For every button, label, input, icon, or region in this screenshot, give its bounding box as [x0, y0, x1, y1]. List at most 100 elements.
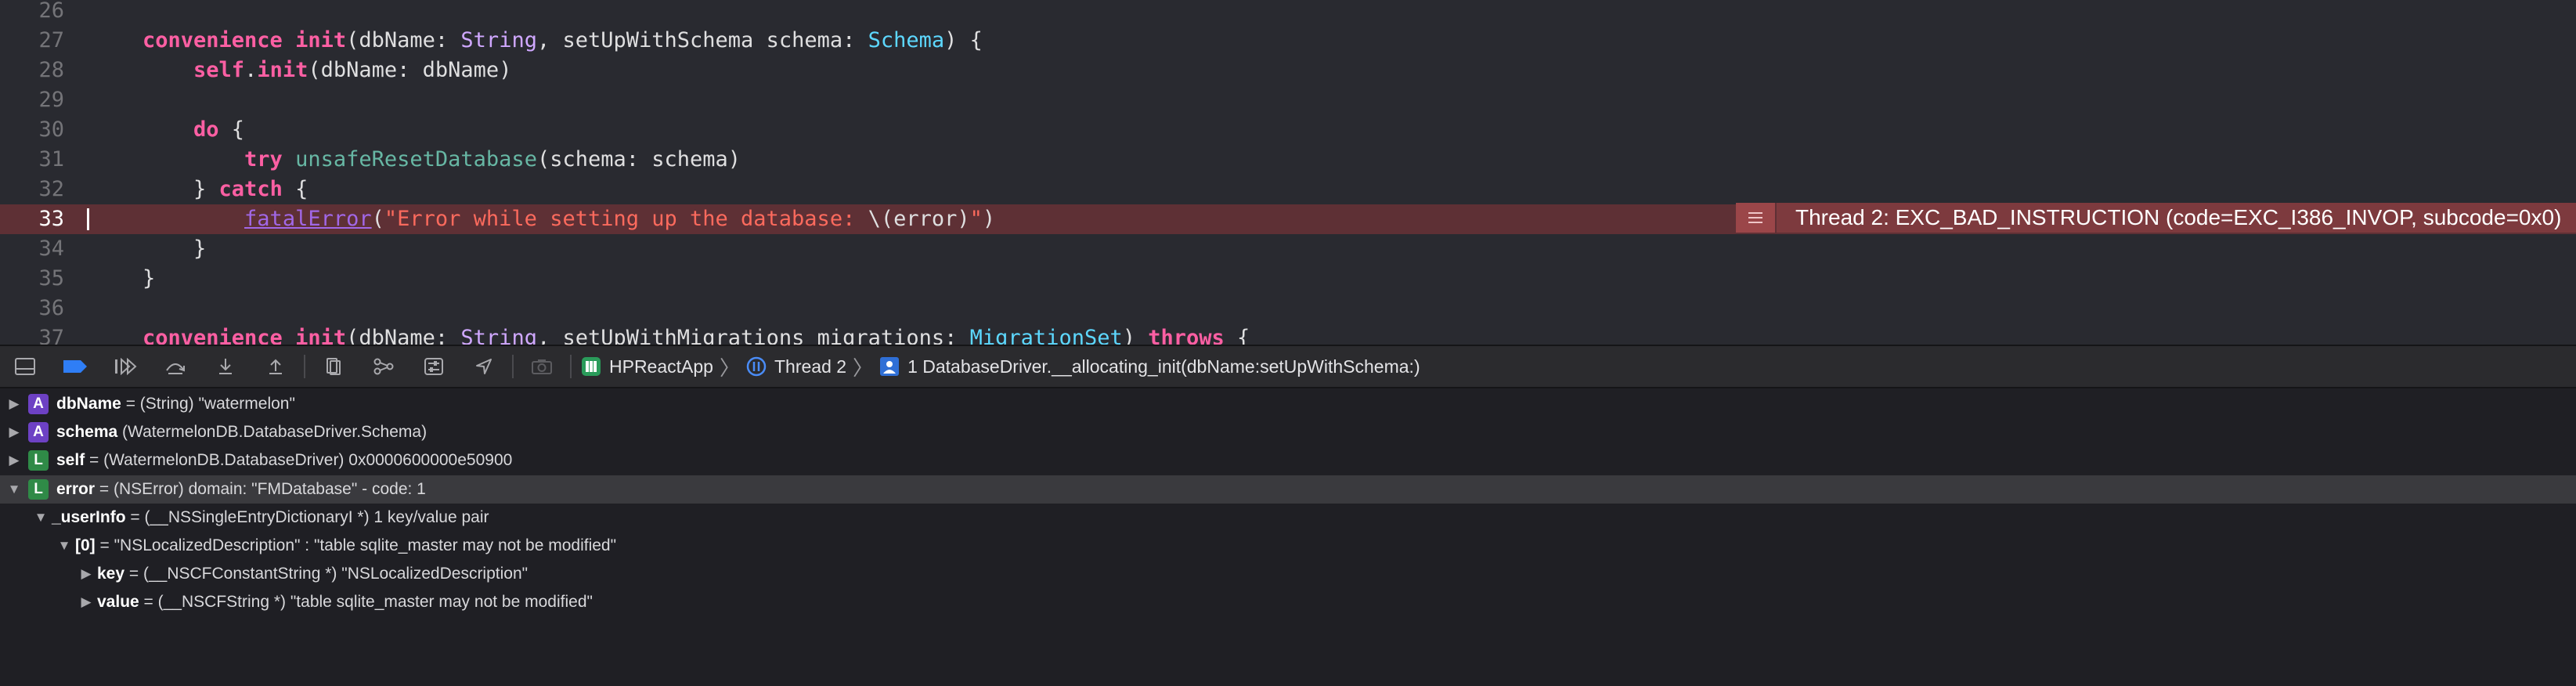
variable-name: self — [56, 451, 85, 469]
variable-name: value — [97, 593, 139, 611]
chevron-right-icon: 〉 — [853, 356, 874, 380]
breakpoints-toggle-icon[interactable] — [50, 346, 100, 387]
code-line[interactable]: 26 — [0, 0, 2576, 26]
code-token: do — [193, 117, 219, 142]
disclosure-collapsed-icon[interactable]: ▶ — [6, 396, 22, 412]
view-hierarchy-icon[interactable] — [308, 346, 359, 387]
line-number: 37 — [38, 326, 64, 345]
code-token: convenience — [143, 28, 283, 52]
code-token: fatalError — [244, 207, 372, 231]
variable-value: (WatermelonDB.DatabaseDriver.Schema) — [117, 423, 428, 441]
code-line[interactable]: 29 — [0, 85, 2576, 115]
code-token: (dbName: dbName) — [308, 58, 512, 82]
variable-value: = (NSError) domain: "FMDatabase" - code:… — [95, 480, 426, 498]
code-token: (schema: schema) — [536, 147, 741, 172]
line-number: 32 — [38, 177, 64, 201]
line-number: 29 — [38, 88, 64, 112]
variable-value: = (String) "watermelon" — [121, 395, 295, 413]
code-line[interactable]: 27 convenience init(dbName: String, setUp… — [0, 26, 2576, 56]
code-token: (dbName: — [346, 326, 461, 345]
line-number: 36 — [38, 296, 64, 320]
disclosure-collapsed-icon[interactable]: ▶ — [78, 594, 94, 610]
code-token: ( — [371, 207, 384, 231]
step-into-icon[interactable] — [200, 346, 251, 387]
code-line[interactable]: 28 self.init(dbName: dbName) — [0, 56, 2576, 85]
disclosure-expanded-icon[interactable]: ▼ — [56, 538, 72, 554]
environment-overrides-icon[interactable] — [409, 346, 459, 387]
source-editor[interactable]: 26 27 convenience init(dbName: String, set… — [0, 0, 2576, 345]
variables-view[interactable]: ▶ AdbName = (String) "watermelon" ▶ Aschema… — [0, 388, 2576, 686]
error-annotation[interactable]: Thread 2: EXC_BAD_INSTRUCTION (code=EXC_… — [1736, 203, 2576, 233]
disclosure-collapsed-icon[interactable]: ▶ — [6, 453, 22, 468]
variable-name: dbName — [56, 395, 121, 413]
breadcrumb-frame[interactable]: 1 DatabaseDriver.__allocating_init(dbNam… — [907, 356, 1420, 377]
code-token: } — [143, 177, 219, 201]
breadcrumb-app[interactable]: HPReactApp — [609, 356, 713, 377]
variable-row-schema[interactable]: ▶ Aschema (WatermelonDB.DatabaseDriver.Sc… — [0, 418, 2576, 446]
code-line[interactable]: 37 convenience init(dbName: String, setUp… — [0, 323, 2576, 345]
code-token: convenience — [143, 326, 283, 345]
code-text: fatalError("Error while setting up the d… — [143, 204, 995, 234]
code-token: throws — [1148, 326, 1225, 345]
code-line[interactable]: 32 } catch { — [0, 175, 2576, 204]
code-token: "Error while setting up the database: — [384, 207, 868, 231]
code-token: catch — [218, 177, 283, 201]
disclosure-collapsed-icon[interactable]: ▶ — [6, 424, 22, 440]
variable-value: = (__NSCFConstantString *) "NSLocalizedD… — [124, 565, 529, 583]
thread-icon — [746, 356, 767, 377]
text-cursor — [87, 208, 89, 230]
simulate-location-icon[interactable] — [459, 346, 509, 387]
variable-row-self[interactable]: ▶ Lself = (WatermelonDB.DatabaseDriver) 0… — [0, 446, 2576, 475]
code-line[interactable]: 34 } — [0, 234, 2576, 264]
memory-graph-icon[interactable] — [359, 346, 409, 387]
step-over-icon[interactable] — [150, 346, 200, 387]
code-token: init — [295, 326, 347, 345]
line-number: 26 — [38, 0, 64, 23]
step-out-icon[interactable] — [251, 346, 301, 387]
variable-row-0[interactable]: ▼ [0] = "NSLocalizedDescription" : "table… — [0, 532, 2576, 560]
variable-row-key[interactable]: ▶ key = (__NSCFConstantString *) "NSLocal… — [0, 560, 2576, 588]
line-number: 34 — [38, 236, 64, 261]
camera-icon[interactable] — [517, 346, 567, 387]
code-token: ) — [1122, 326, 1149, 345]
local-badge-icon: L — [28, 450, 49, 471]
variable-row-dbname[interactable]: ▶ AdbName = (String) "watermelon" — [0, 390, 2576, 418]
code-text: convenience init(dbName: String, setUpWi… — [143, 323, 1250, 345]
disclosure-expanded-icon[interactable]: ▼ — [6, 482, 22, 497]
chevron-right-icon: 〉 — [719, 356, 740, 380]
code-line[interactable]: 31 try unsafeResetDatabase(schema: schem… — [0, 145, 2576, 175]
code-token: (dbName: — [346, 28, 461, 52]
variable-row-error[interactable]: ▼ Lerror = (NSError) domain: "FMDatabase"… — [0, 475, 2576, 504]
error-list-icon[interactable] — [1736, 203, 1777, 233]
breadcrumb-thread[interactable]: Thread 2 — [774, 356, 846, 377]
code-line[interactable]: 35} — [0, 264, 2576, 294]
code-token: Schema — [868, 28, 945, 52]
line-number: 30 — [38, 117, 64, 142]
code-token: . — [244, 58, 258, 82]
code-token: self — [193, 58, 245, 82]
code-token: { — [1224, 326, 1250, 345]
code-token: , setUpWithMigrations migrations: — [536, 326, 970, 345]
code-line[interactable]: 30 do { — [0, 115, 2576, 145]
variable-row-userinfo[interactable]: ▼ _userInfo = (__NSSingleEntryDictionaryI… — [0, 504, 2576, 532]
code-token: ) { — [944, 28, 983, 52]
toolbar-separator — [512, 355, 514, 378]
variable-value: = (WatermelonDB.DatabaseDriver) 0x000060… — [85, 451, 513, 469]
code-token: String — [460, 28, 537, 52]
variable-value: = "NSLocalizedDescription" : "table sqli… — [95, 536, 617, 554]
code-line[interactable]: 36 — [0, 294, 2576, 323]
disclosure-expanded-icon[interactable]: ▼ — [33, 510, 49, 525]
code-token: unsafeResetDatabase — [295, 147, 537, 172]
hide-debug-area-icon[interactable] — [0, 346, 50, 387]
disclosure-collapsed-icon[interactable]: ▶ — [78, 566, 94, 582]
code-text: do { — [143, 115, 244, 145]
continue-icon[interactable] — [100, 346, 150, 387]
variable-row-value[interactable]: ▶ value = (__NSCFString *) "table sqlite_… — [0, 588, 2576, 616]
line-number: 35 — [38, 266, 64, 291]
code-text: } — [143, 264, 155, 294]
code-token: MigrationSet — [969, 326, 1123, 345]
